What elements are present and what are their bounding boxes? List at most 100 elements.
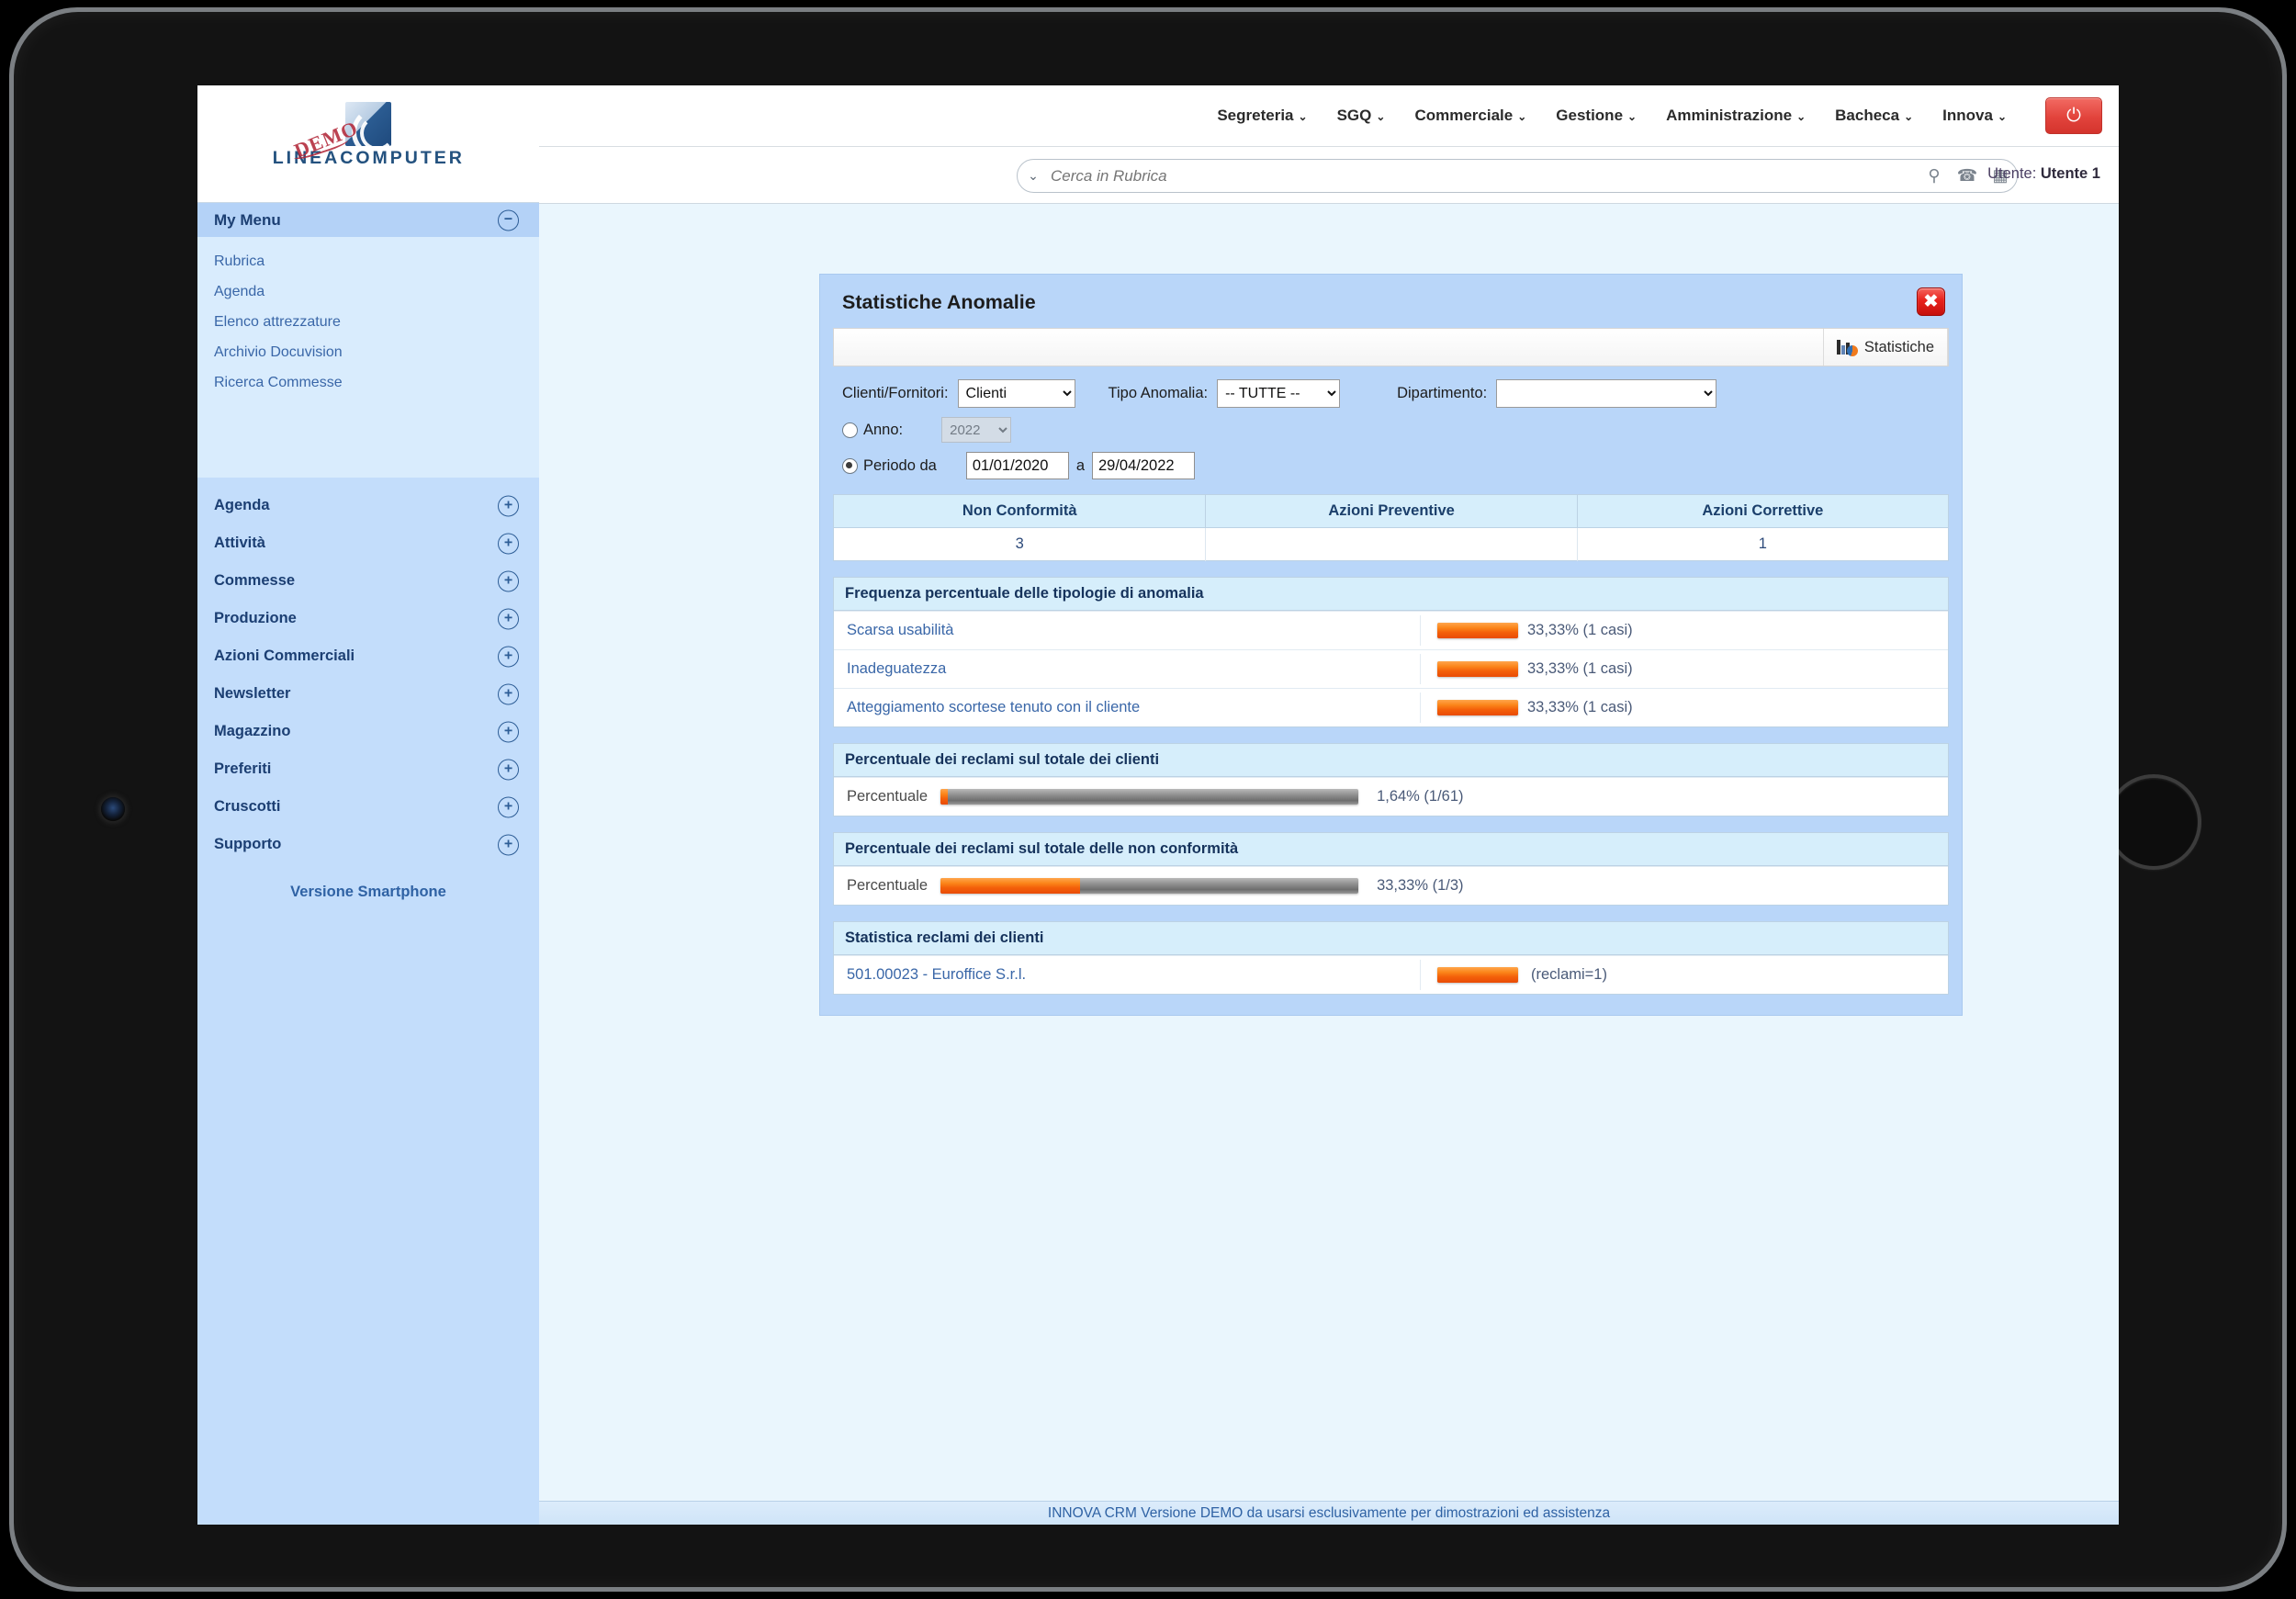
sidebar-group-azioni-commerciali[interactable]: Azioni Commerciali + — [197, 637, 539, 675]
progress-bar-track — [1437, 623, 1518, 638]
statistiche-button[interactable]: Statistiche — [1822, 329, 1948, 366]
close-icon[interactable]: ✖ — [1917, 287, 1945, 316]
bar-cell: 33,33% (1/3) — [940, 871, 1948, 901]
user-prefix: Utente: — [1987, 165, 2037, 182]
statistiche-button-label: Statistiche — [1863, 338, 1934, 355]
footer-status-bar: INNOVA CRM Versione DEMO da usarsi esclu… — [539, 1501, 2119, 1525]
nav-label: SGQ — [1336, 107, 1372, 124]
versione-smartphone-link[interactable]: Versione Smartphone — [197, 884, 539, 901]
plus-circle-icon[interactable]: + — [498, 759, 519, 780]
list-item: 501.00023 - Euroffice S.r.l. (reclami=1) — [834, 955, 1948, 994]
nav-item-gestione[interactable]: Gestione ⌄ — [1556, 107, 1637, 125]
nav-item-segreteria[interactable]: Segreteria ⌄ — [1217, 107, 1307, 125]
bar-value-label: 33,33% (1 casi) — [1527, 699, 1633, 715]
dipartimento-select[interactable] — [1496, 379, 1717, 408]
sidebar-group-cruscotti[interactable]: Cruscotti + — [197, 788, 539, 826]
sidebar-group-newsletter[interactable]: Newsletter + — [197, 675, 539, 713]
plus-circle-icon[interactable]: + — [498, 570, 519, 591]
anomaly-label[interactable]: Inadeguatezza — [834, 660, 1420, 678]
plus-circle-icon[interactable]: + — [498, 495, 519, 516]
bar-cell: (reclami=1) — [1420, 960, 1948, 990]
nav-label: Commerciale — [1414, 107, 1514, 124]
sidebar-group-label: Attività — [214, 535, 265, 551]
plus-circle-icon[interactable]: + — [498, 721, 519, 742]
plus-circle-icon[interactable]: + — [498, 834, 519, 855]
plus-circle-icon[interactable]: + — [498, 533, 519, 554]
top-navigation-bar: Segreteria ⌄ SGQ ⌄ Commerciale ⌄ Gestione ⌄ … — [539, 85, 2119, 147]
sidebar: LINEACOMPUTER DEMO My Menu − Rubrica Age… — [197, 85, 539, 1525]
sidebar-group-label: Produzione — [214, 610, 297, 626]
nav-label: Gestione — [1556, 107, 1624, 124]
sidebar-groups: Agenda + Attività + Commesse + Produzion… — [197, 478, 539, 901]
home-button[interactable] — [2106, 774, 2201, 870]
plus-circle-icon[interactable]: + — [498, 646, 519, 667]
sidebar-group-produzione[interactable]: Produzione + — [197, 600, 539, 637]
nav-item-commerciale[interactable]: Commerciale ⌄ — [1414, 107, 1526, 125]
tipo-anomalia-select[interactable]: -- TUTTE -- — [1217, 379, 1341, 408]
brand-logo[interactable]: LINEACOMPUTER DEMO — [197, 85, 539, 203]
sidebar-item-elenco-attrezzature[interactable]: Elenco attrezzature — [197, 307, 539, 337]
summary-table: Non Conformità Azioni Preventive Azioni … — [833, 494, 1949, 561]
page-title: Statistiche Anomalie — [842, 291, 1036, 313]
sidebar-item-archivio-docuvision[interactable]: Archivio Docuvision — [197, 337, 539, 367]
plus-circle-icon[interactable]: + — [498, 683, 519, 704]
search-icon[interactable]: ⚲ — [1918, 166, 1951, 186]
list-item: Inadeguatezza 33,33% (1 casi) — [834, 649, 1948, 688]
sidebar-item-my-menu[interactable]: My Menu − — [197, 203, 539, 237]
block-title: Statistica reclami dei clienti — [834, 922, 1948, 955]
periodo-label: Periodo da — [863, 456, 937, 474]
nav-item-innova[interactable]: Innova ⌄ — [1942, 107, 2007, 125]
periodo-radio[interactable] — [842, 457, 858, 474]
dipartimento-label: Dipartimento: — [1397, 385, 1488, 401]
progress-bar-track — [940, 789, 1359, 805]
sidebar-group-commesse[interactable]: Commesse + — [197, 562, 539, 600]
search-toolbar: ⌄ ⚲ ☎ ▦ Utente: Utente 1 — [539, 147, 2119, 204]
bar-cell: 33,33% (1 casi) — [1420, 654, 1948, 684]
plus-circle-icon[interactable]: + — [498, 608, 519, 629]
search-input[interactable] — [1049, 165, 1918, 186]
panel-titlebar: Statistiche Anomalie ✖ — [833, 286, 1949, 328]
nav-item-sgq[interactable]: SGQ ⌄ — [1337, 107, 1386, 125]
nav-item-amministrazione[interactable]: Amministrazione ⌄ — [1666, 107, 1806, 125]
sidebar-group-preferiti[interactable]: Preferiti + — [197, 750, 539, 788]
minus-circle-icon[interactable]: − — [498, 209, 519, 231]
progress-bar-track — [1437, 661, 1518, 677]
anomaly-label[interactable]: Scarsa usabilità — [834, 622, 1420, 639]
chevron-down-icon: ⌄ — [1904, 110, 1914, 123]
sidebar-group-supporto[interactable]: Supporto + — [197, 826, 539, 863]
statistiche-anomalie-panel: Statistiche Anomalie ✖ Statistiche Clien… — [819, 274, 1963, 1016]
progress-bar-fill — [1437, 967, 1518, 983]
anno-select[interactable]: 2022 — [941, 417, 1012, 443]
logout-power-button[interactable]: ⏻ — [2045, 97, 2102, 134]
sidebar-group-label: Cruscotti — [214, 798, 281, 815]
app-screen: LINEACOMPUTER DEMO My Menu − Rubrica Age… — [197, 85, 2119, 1525]
sidebar-item-agenda[interactable]: Agenda — [197, 276, 539, 307]
chevron-down-icon[interactable]: ⌄ — [1018, 168, 1049, 184]
list-item: Percentuale 33,33% (1/3) — [834, 866, 1948, 905]
list-item: Percentuale 1,64% (1/61) — [834, 777, 1948, 816]
tablet-device-frame: LINEACOMPUTER DEMO My Menu − Rubrica Age… — [9, 7, 2287, 1592]
chevron-down-icon: ⌄ — [1997, 110, 2007, 123]
client-label[interactable]: 501.00023 - Euroffice S.r.l. — [834, 966, 1420, 984]
clienti-fornitori-select[interactable]: Clienti — [957, 379, 1075, 408]
bar-cell: 33,33% (1 casi) — [1420, 693, 1948, 723]
phone-icon[interactable]: ☎ — [1951, 166, 1984, 186]
sidebar-group-magazzino[interactable]: Magazzino + — [197, 713, 539, 750]
periodo-from-input[interactable] — [965, 452, 1069, 479]
sidebar-group-label: Azioni Commerciali — [214, 647, 355, 664]
percentuale-reclami-clienti-block: Percentuale dei reclami sul totale dei c… — [833, 743, 1949, 816]
sidebar-item-ricerca-commesse[interactable]: Ricerca Commesse — [197, 367, 539, 398]
plus-circle-icon[interactable]: + — [498, 796, 519, 817]
periodo-to-input[interactable] — [1092, 452, 1195, 479]
nav-label: Bacheca — [1835, 107, 1900, 124]
nav-item-bacheca[interactable]: Bacheca ⌄ — [1835, 107, 1913, 125]
bar-cell: 1,64% (1/61) — [940, 782, 1948, 812]
anomaly-label[interactable]: Atteggiamento scortese tenuto con il cli… — [834, 699, 1420, 716]
front-camera-icon — [101, 797, 125, 821]
clienti-fornitori-label: Clienti/Fornitori: — [842, 385, 949, 401]
anno-radio[interactable] — [842, 422, 858, 438]
sidebar-item-rubrica[interactable]: Rubrica — [197, 246, 539, 276]
search-box[interactable]: ⌄ ⚲ ☎ ▦ — [1017, 159, 2018, 193]
sidebar-group-agenda[interactable]: Agenda + — [197, 487, 539, 524]
sidebar-group-attivita[interactable]: Attività + — [197, 524, 539, 562]
